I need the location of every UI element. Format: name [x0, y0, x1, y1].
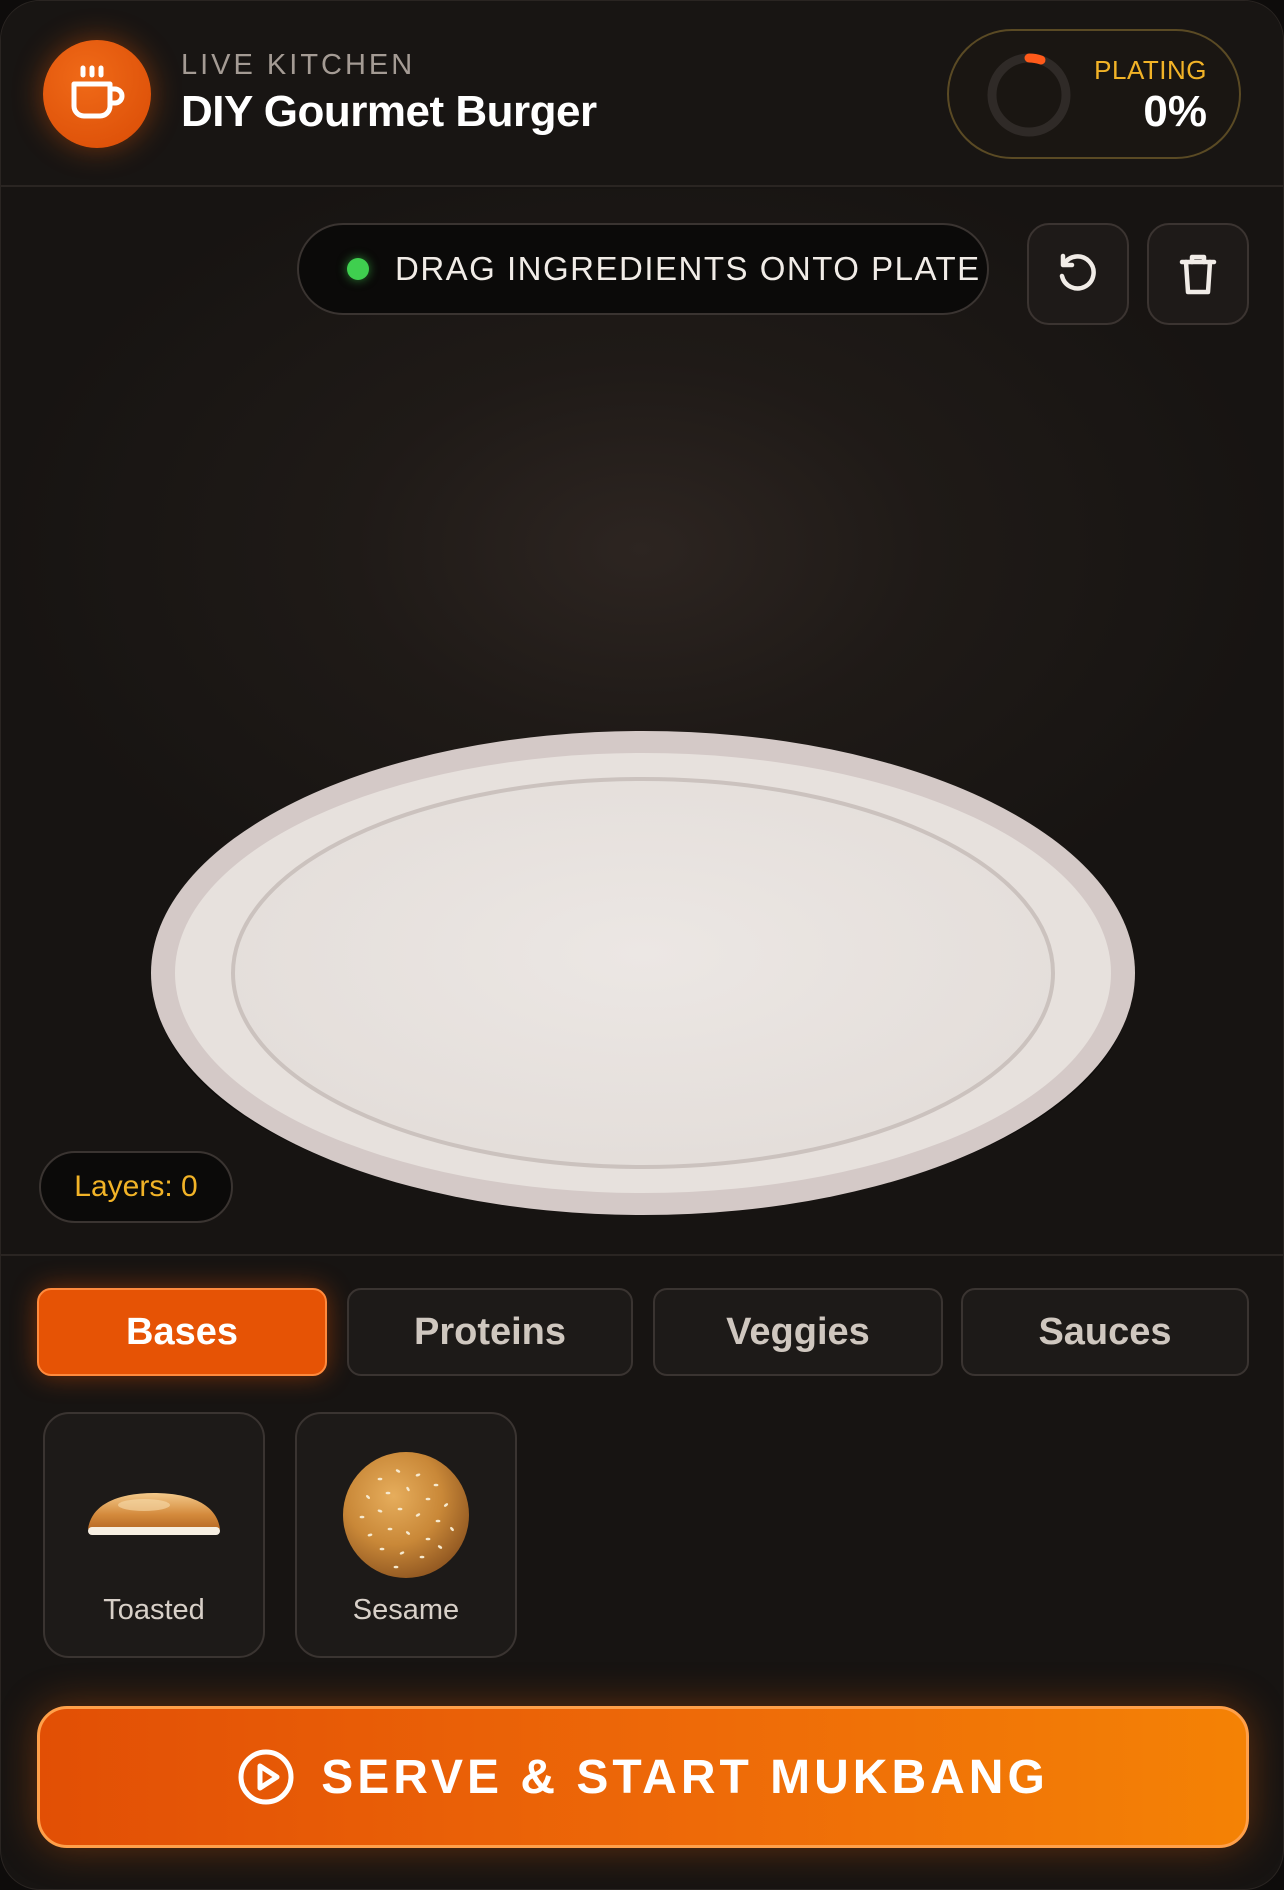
header: LIVE KITCHEN DIY Gourmet Burger PLATING … [1, 1, 1283, 187]
page-title: DIY Gourmet Burger [181, 87, 597, 136]
play-circle-icon [238, 1749, 294, 1805]
plating-stage[interactable]: DRAG INGREDIENTS ONTO PLATE Layers: 0 [1, 189, 1283, 1256]
undo-button[interactable] [1027, 223, 1129, 325]
category-tabs: Bases Proteins Veggies Sauces [37, 1288, 1249, 1376]
sesame-bun-icon [343, 1452, 469, 1578]
plating-label: PLATING [1094, 55, 1207, 85]
logo [43, 40, 151, 148]
tab-proteins[interactable]: Proteins [347, 1288, 633, 1376]
ingredient-card-toasted[interactable]: Toasted [43, 1412, 265, 1658]
trash-icon [1179, 254, 1217, 295]
coffee-cup-icon [71, 65, 125, 119]
plate[interactable] [151, 731, 1135, 1215]
header-subtitle: LIVE KITCHEN [181, 49, 416, 81]
plating-progress: PLATING 0% [947, 29, 1241, 159]
ingredient-label: Toasted [103, 1594, 205, 1626]
tab-sauces[interactable]: Sauces [961, 1288, 1249, 1376]
clear-plate-button[interactable] [1147, 223, 1249, 325]
hint-banner: DRAG INGREDIENTS ONTO PLATE [297, 223, 989, 315]
tab-bases[interactable]: Bases [37, 1288, 327, 1376]
plating-progress-ring [987, 53, 1071, 137]
plating-value: 0% [1143, 87, 1207, 136]
app-window: LIVE KITCHEN DIY Gourmet Burger PLATING … [0, 0, 1284, 1890]
plating-progress-start-mark [1024, 53, 1046, 65]
tab-veggies[interactable]: Veggies [653, 1288, 943, 1376]
toasted-bun-icon [88, 1493, 220, 1535]
hint-text: DRAG INGREDIENTS ONTO PLATE [395, 250, 981, 287]
serve-button-label: SERVE & START MUKBANG [321, 1750, 1049, 1804]
ingredient-label: Sesame [352, 1594, 460, 1626]
serve-button[interactable]: SERVE & START MUKBANG [37, 1706, 1249, 1848]
layers-counter: Layers: 0 [39, 1151, 233, 1223]
ingredient-image [45, 1440, 263, 1590]
undo-icon [1059, 253, 1096, 291]
ingredient-image [297, 1440, 515, 1590]
status-dot [347, 258, 369, 280]
ingredient-card-sesame[interactable]: Sesame [295, 1412, 517, 1658]
